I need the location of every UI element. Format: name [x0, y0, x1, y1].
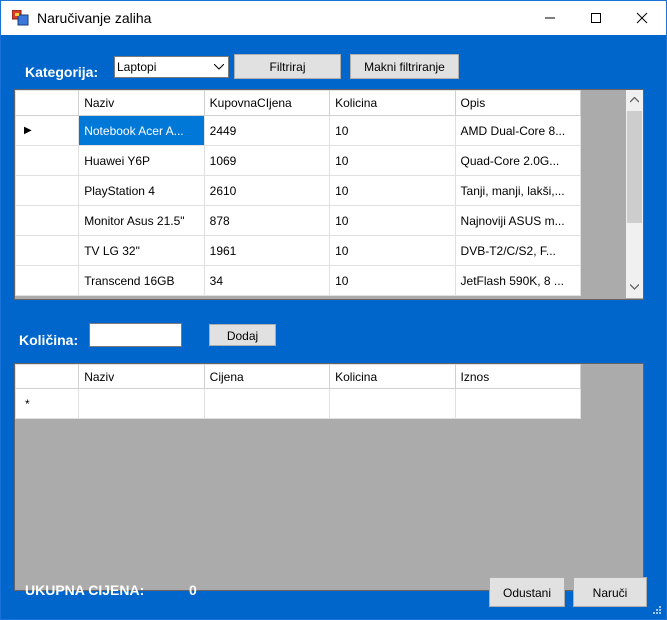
row-header[interactable]: [15, 175, 80, 206]
cell-naziv[interactable]: Huawei Y6P: [78, 145, 205, 176]
cell-cijena[interactable]: [203, 388, 331, 419]
row-header[interactable]: *: [15, 388, 80, 419]
scrollbar-thumb[interactable]: [627, 111, 642, 223]
row-header[interactable]: [15, 265, 80, 296]
table-row[interactable]: Monitor Asus 21.5" 878 10 Najnoviji ASUS…: [15, 205, 582, 236]
cell-kolicina[interactable]: 10: [329, 205, 456, 236]
cell-cijena[interactable]: 34: [203, 265, 331, 296]
row-header[interactable]: [15, 235, 80, 266]
products-header-row: Naziv KupovnaCIjena Kolicina Opis: [15, 90, 582, 116]
cell-kolicina[interactable]: 10: [329, 235, 456, 266]
filter-button-label: Filtriraj: [269, 60, 306, 74]
cell-cijena[interactable]: 2610: [203, 175, 331, 206]
table-row[interactable]: Transcend 16GB 34 10 JetFlash 590K, 8 ..…: [15, 265, 582, 296]
minimize-button[interactable]: [527, 1, 573, 35]
category-combobox[interactable]: Laptopi: [114, 56, 229, 78]
column-header-opis[interactable]: Opis: [454, 90, 582, 116]
table-row[interactable]: ▶ Notebook Acer A... 2449 10 AMD Dual-Co…: [15, 115, 582, 146]
minimize-icon: [545, 17, 555, 19]
column-header-cijena[interactable]: Cijena: [203, 364, 331, 389]
clear-filter-button[interactable]: Makni filtriranje: [350, 54, 459, 79]
cell-iznos[interactable]: [454, 388, 582, 419]
column-header-iznos[interactable]: Iznos: [454, 364, 582, 389]
row-header[interactable]: [15, 205, 80, 236]
new-row-icon: *: [25, 396, 30, 411]
cell-cijena[interactable]: 1961: [203, 235, 331, 266]
cell-naziv[interactable]: Transcend 16GB: [78, 265, 205, 296]
products-grid[interactable]: Naziv KupovnaCIjena Kolicina Opis ▶ Note…: [14, 89, 644, 300]
cell-opis[interactable]: JetFlash 590K, 8 ...: [454, 265, 582, 296]
order-button-label: Naruči: [592, 586, 628, 600]
total-label: UKUPNA CIJENA:: [25, 582, 145, 598]
add-button-label: Dodaj: [226, 329, 259, 343]
cell-cijena[interactable]: 1069: [203, 145, 331, 176]
table-row[interactable]: Huawei Y6P 1069 10 Quad-Core 2.0G...: [15, 145, 582, 176]
category-value: Laptopi: [117, 60, 157, 74]
category-label: Kategorija:: [25, 64, 99, 80]
order-grid[interactable]: Naziv Cijena Kolicina Iznos *: [14, 363, 644, 591]
clear-filter-button-label: Makni filtriranje: [364, 60, 445, 74]
column-header-naziv[interactable]: Naziv: [78, 90, 205, 116]
cell-opis[interactable]: DVB-T2/C/S2, F...: [454, 235, 582, 266]
row-header-corner: [15, 364, 80, 389]
column-header-kupovnacijena[interactable]: KupovnaCIjena: [203, 90, 331, 116]
resize-grip-icon[interactable]: [652, 605, 662, 615]
cell-opis[interactable]: Najnoviji ASUS m...: [454, 205, 582, 236]
cancel-button-label: Odustani: [502, 586, 552, 600]
title-bar[interactable]: Naručivanje zaliha: [1, 1, 666, 35]
cell-opis[interactable]: AMD Dual-Core 8...: [454, 115, 582, 146]
cell-kolicina[interactable]: 10: [329, 145, 456, 176]
table-row[interactable]: PlayStation 4 2610 10 Tanji, manji, lakš…: [15, 175, 582, 206]
cancel-button[interactable]: Odustani: [489, 577, 565, 607]
cell-naziv[interactable]: Notebook Acer A...: [78, 115, 205, 146]
row-header[interactable]: ▶: [15, 115, 80, 146]
close-icon: [636, 12, 648, 24]
cell-naziv[interactable]: TV LG 32": [78, 235, 205, 266]
maximize-button[interactable]: [573, 1, 619, 35]
scroll-down-icon[interactable]: [630, 284, 639, 290]
total-value: 0: [189, 582, 197, 598]
add-button[interactable]: Dodaj: [209, 324, 276, 346]
window-title: Naručivanje zaliha: [37, 10, 152, 26]
close-button[interactable]: [619, 1, 665, 35]
cell-naziv[interactable]: Monitor Asus 21.5": [78, 205, 205, 236]
column-header-kolicina[interactable]: Kolicina: [329, 364, 456, 389]
row-header[interactable]: [15, 145, 80, 176]
cell-opis[interactable]: Tanji, manji, lakši,...: [454, 175, 582, 206]
cell-kolicina[interactable]: 10: [329, 265, 456, 296]
cell-kolicina[interactable]: 10: [329, 115, 456, 146]
column-header-naziv[interactable]: Naziv: [78, 364, 205, 389]
cell-kolicina[interactable]: [329, 388, 456, 419]
order-button[interactable]: Naruči: [573, 577, 647, 607]
cell-cijena[interactable]: 878: [203, 205, 331, 236]
cell-naziv[interactable]: [78, 388, 205, 419]
app-icon: [11, 9, 29, 26]
quantity-label: Količina:: [19, 332, 79, 348]
scroll-up-icon[interactable]: [630, 97, 639, 103]
column-header-kolicina[interactable]: Kolicina: [329, 90, 456, 116]
table-row[interactable]: TV LG 32" 1961 10 DVB-T2/C/S2, F...: [15, 235, 582, 266]
filter-button[interactable]: Filtriraj: [234, 54, 341, 79]
current-row-icon: ▶: [24, 125, 32, 136]
quantity-input[interactable]: [89, 323, 182, 347]
cell-naziv[interactable]: PlayStation 4: [78, 175, 205, 206]
new-row[interactable]: *: [15, 388, 582, 419]
order-header-row: Naziv Cijena Kolicina Iznos: [15, 364, 582, 389]
products-vertical-scrollbar[interactable]: [626, 90, 643, 298]
chevron-down-icon: [214, 64, 224, 70]
maximize-icon: [591, 13, 601, 23]
cell-cijena[interactable]: 2449: [203, 115, 331, 146]
main-window: Naručivanje zaliha Kategorija: Laptopi F…: [0, 0, 667, 620]
cell-kolicina[interactable]: 10: [329, 175, 456, 206]
row-header-corner: [15, 90, 80, 116]
cell-opis[interactable]: Quad-Core 2.0G...: [454, 145, 582, 176]
